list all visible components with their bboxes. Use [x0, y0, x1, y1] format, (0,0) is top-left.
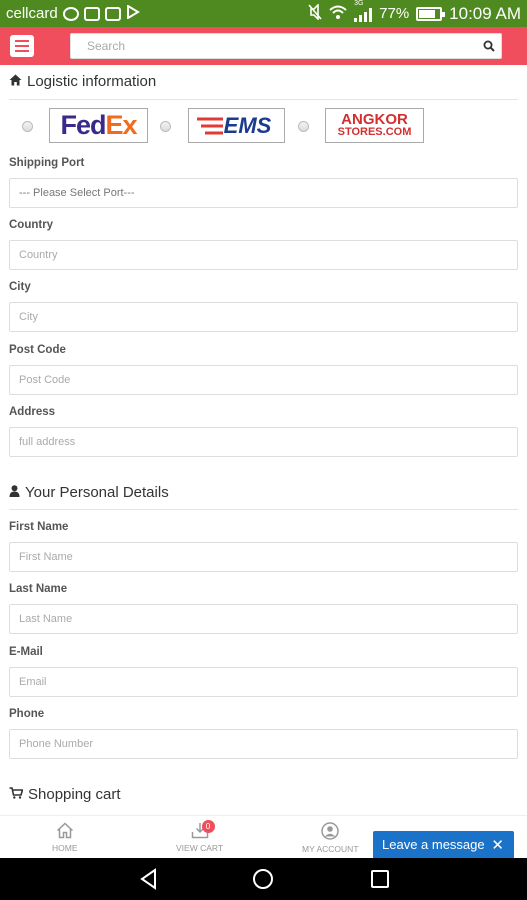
battery-percent: 77%: [379, 5, 410, 22]
hamburger-menu-icon[interactable]: [10, 35, 34, 57]
search-bar: [70, 33, 502, 59]
postcode-label: Post Code: [9, 344, 66, 356]
status-bar: cellcard 3G 77% 10:09 AM: [0, 0, 527, 27]
checkout-form: Logistic information FedEx EMS ANGKOR ST…: [0, 65, 527, 815]
back-icon[interactable]: [138, 868, 160, 895]
nav-my-account[interactable]: MY ACCOUNT: [302, 822, 359, 854]
leave-message-button[interactable]: Leave a message ✕: [373, 831, 514, 858]
first-name-label: First Name: [9, 521, 69, 533]
close-icon[interactable]: ✕: [491, 836, 504, 854]
fedex-logo[interactable]: FedEx: [49, 108, 148, 143]
nav-my-account-label: MY ACCOUNT: [302, 844, 359, 854]
cart-count-badge: 0: [201, 820, 215, 833]
carrier-name: cellcard: [6, 5, 58, 22]
play-store-notification-icon: [126, 3, 140, 23]
carrier-radio-fedex[interactable]: [22, 121, 33, 132]
country-field-wrapper: [9, 240, 518, 270]
home-circle-icon[interactable]: [252, 868, 274, 895]
city-field[interactable]: [19, 303, 517, 331]
divider: [9, 99, 518, 100]
email-field[interactable]: [19, 668, 517, 696]
search-icon[interactable]: [477, 34, 501, 58]
phone-field[interactable]: [19, 730, 517, 758]
shipping-port-select[interactable]: --- Please Select Port---: [9, 178, 518, 208]
phone-label: Phone: [9, 708, 45, 720]
last-name-label: Last Name: [9, 583, 68, 595]
first-name-field-wrapper: [9, 542, 518, 572]
postcode-field-wrapper: [9, 365, 518, 395]
shopping-cart-icon: [9, 786, 24, 803]
carrier-radio-angkor[interactable]: [298, 121, 309, 132]
carrier-options: FedEx EMS ANGKOR STORES.COM: [0, 108, 527, 144]
leave-message-label: Leave a message: [382, 837, 485, 852]
address-field[interactable]: [19, 428, 517, 456]
home-icon: [9, 73, 22, 90]
nav-view-cart[interactable]: 0 VIEW CART: [176, 820, 224, 853]
recent-apps-icon[interactable]: [369, 868, 391, 895]
signal-icon: 3G: [354, 0, 373, 22]
wifi-icon: [329, 5, 347, 23]
cart-section-title: Shopping cart: [9, 786, 121, 803]
mute-icon: [308, 2, 322, 24]
ems-logo[interactable]: EMS: [188, 108, 285, 143]
postcode-field[interactable]: [19, 366, 517, 394]
android-navigation-bar: [0, 858, 527, 900]
carrier-radio-ems[interactable]: [160, 121, 171, 132]
account-avatar-icon: [320, 822, 340, 842]
country-label: Country: [9, 219, 54, 231]
last-name-field[interactable]: [19, 605, 517, 633]
divider: [9, 509, 518, 510]
email-label: E-Mail: [9, 646, 43, 658]
clock: 10:09 AM: [449, 3, 521, 23]
logistic-section-title: Logistic information: [9, 73, 156, 90]
nav-home[interactable]: HOME: [52, 822, 78, 853]
city-field-wrapper: [9, 302, 518, 332]
chat-notification-icon: [62, 6, 79, 21]
phone-field-wrapper: [9, 729, 518, 759]
app-header: [0, 27, 527, 65]
city-label: City: [9, 281, 31, 293]
address-label: Address: [9, 406, 56, 418]
shipping-port-value: --- Please Select Port---: [19, 187, 135, 199]
user-icon: [9, 484, 20, 501]
home-outline-icon: [56, 822, 74, 841]
first-name-field[interactable]: [19, 543, 517, 571]
angkor-stores-logo[interactable]: ANGKOR STORES.COM: [325, 108, 424, 143]
notification-icon: [83, 6, 100, 21]
battery-icon: [416, 6, 446, 21]
gallery-notification-icon: [104, 6, 121, 21]
nav-home-label: HOME: [52, 843, 78, 853]
email-field-wrapper: [9, 667, 518, 697]
search-input[interactable]: [71, 34, 477, 58]
nav-view-cart-label: VIEW CART: [176, 843, 224, 853]
download-cart-icon: 0: [191, 820, 215, 841]
shipping-port-label: Shipping Port: [9, 157, 85, 169]
personal-section-title: Your Personal Details: [9, 484, 169, 501]
country-field[interactable]: [19, 241, 517, 269]
address-field-wrapper: [9, 427, 518, 457]
network-type: 3G: [354, 0, 364, 7]
last-name-field-wrapper: [9, 604, 518, 634]
